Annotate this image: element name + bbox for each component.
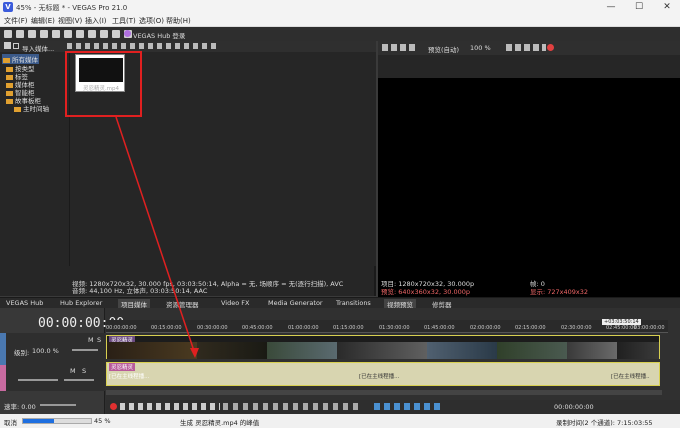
progress-fill: [23, 419, 54, 423]
cancel-button[interactable]: 取消: [4, 417, 17, 427]
progress-bar: [22, 418, 92, 424]
record-time: 录制时间(2 个通道): 7:15:03:55: [556, 419, 653, 427]
status-bar: 取消 45 % 生成 灵忍精灵.mp4 的峰值 录制时间(2 个通道): 7:1…: [0, 414, 680, 428]
annotation-arrow: [115, 116, 199, 358]
status-message: 生成 灵忍精灵.mp4 的峰值: [180, 419, 260, 427]
progress-text: 45 %: [94, 417, 111, 425]
